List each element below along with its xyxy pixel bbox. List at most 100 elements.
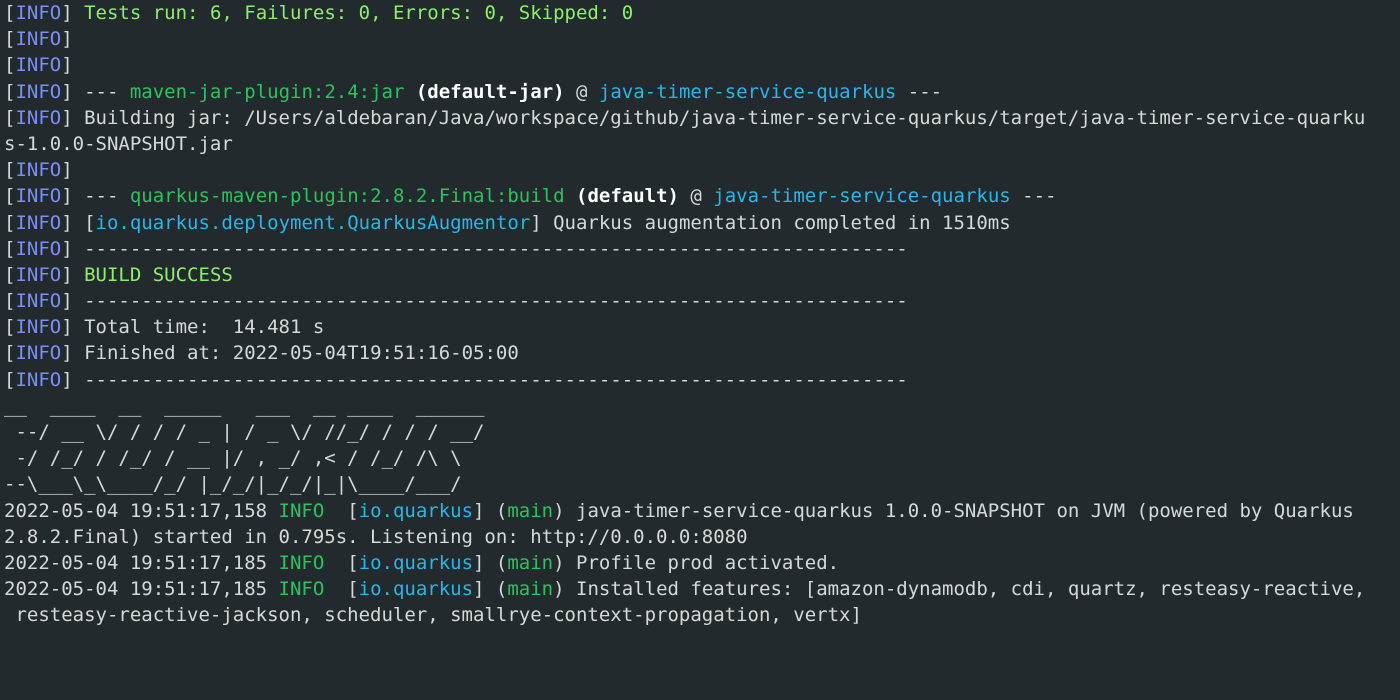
terminal-text-segment: INFO [15,263,62,286]
terminal-text-segment: ] Quarkus augmentation completed in 1510… [530,211,1011,234]
terminal-text-segment: [ [4,342,16,365]
terminal-text-segment: INFO [15,80,62,103]
terminal-line: [INFO] [io.quarkus.deployment.QuarkusAug… [4,210,1400,236]
terminal-text-segment: ] ( [473,578,508,601]
terminal-line: [INFO] --- quarkus-maven-plugin:2.8.2.Fi… [4,183,1400,209]
terminal-text-segment: [ [4,28,16,51]
terminal-text-segment: INFO [278,578,325,601]
terminal-line: [INFO] [4,157,1400,183]
terminal-text-segment: 2.8.2.Final) started in 0.795s. Listenin… [4,525,748,548]
terminal-text-segment: INFO [15,159,62,182]
terminal-line: [INFO] [4,52,1400,78]
terminal-text-segment: io.quarkus [358,551,474,574]
terminal-text-segment: ] --------------------------------------… [61,368,908,391]
terminal-text-segment: ] Total time: 14.481 s [61,316,325,339]
terminal-line: __ ____ __ _____ ___ __ ____ ______ [4,393,1400,419]
terminal-text-segment: (default) [576,185,679,208]
terminal-text-segment: ] [61,159,73,182]
terminal-window[interactable]: [INFO] Tests run: 6, Failures: 0, Errors… [0,0,1400,700]
terminal-text-segment: 2022-05-04 19:51:17,185 [4,551,279,574]
terminal-text-segment: @ [564,80,599,103]
terminal-text-segment: quarkus-maven-plugin:2.8.2.Final:build [129,185,565,208]
terminal-text-segment: --/ __ \/ / / / _ | / _ \/ //_/ / / / __… [4,421,485,443]
terminal-text-segment: INFO [15,342,62,365]
terminal-text-segment: [ [4,106,16,129]
terminal-text-segment: s-1.0.0-SNAPSHOT.jar [4,132,233,155]
terminal-line: [INFO] Total time: 14.481 s [4,314,1400,340]
terminal-text-segment: (default-jar) [415,80,565,103]
terminal-text-segment: java-timer-service-quarkus [598,80,897,103]
terminal-text-segment: ) Profile prod activated. [553,551,840,574]
terminal-line: --\___\_\____/_/ |_/_/|_/_/|_|\____/___/ [4,471,1400,497]
terminal-text-segment: INFO [15,185,62,208]
terminal-text-segment: ] [61,28,73,51]
terminal-text-segment: ] Finished at: 2022-05-04T19:51:16-05:00 [61,342,519,365]
terminal-line: 2022-05-04 19:51:17,158 INFO [io.quarkus… [4,498,1400,524]
terminal-text-segment: main [507,499,554,522]
terminal-text-segment: BUILD SUCCESS [84,263,233,286]
terminal-text-segment: [ [324,499,359,522]
terminal-text-segment: [ [4,159,16,182]
terminal-line: [INFO] ---------------------------------… [4,288,1400,314]
terminal-text-segment: resteasy-reactive-jackson, scheduler, sm… [4,604,862,627]
terminal-text-segment: java-timer-service-quarkus [713,185,1011,208]
terminal-text-segment: ] [61,263,85,286]
terminal-text-segment: @ [678,185,714,208]
terminal-line: [INFO] Building jar: /Users/aldebaran/Ja… [4,105,1400,131]
terminal-text-segment: [ [324,578,359,601]
terminal-text-segment: [ [4,211,16,234]
terminal-text-segment: main [507,578,554,601]
terminal-line: --/ __ \/ / / / _ | / _ \/ //_/ / / / __… [4,419,1400,445]
terminal-text-segment: ] [61,2,85,24]
terminal-line: s-1.0.0-SNAPSHOT.jar [4,131,1400,157]
terminal-text-segment: INFO [278,551,325,574]
terminal-text-segment: ] --------------------------------------… [61,237,908,260]
terminal-text-segment: INFO [15,290,62,313]
terminal-text-segment: [ [4,2,16,24]
terminal-line: 2022-05-04 19:51:17,185 INFO [io.quarkus… [4,550,1400,576]
terminal-text-segment: [ [4,368,16,391]
terminal-text-segment: [ [4,80,16,103]
terminal-line: [INFO] --- maven-jar-plugin:2.4:jar (def… [4,79,1400,105]
terminal-text-segment: ] Building jar: /Users/aldebaran/Java/wo… [61,106,1366,129]
terminal-text-segment: ] --- [61,185,130,208]
terminal-text-segment: INFO [15,316,62,339]
terminal-text-segment: ) java-timer-service-quarkus 1.0.0-SNAPS… [553,499,1354,522]
terminal-text-segment: INFO [15,368,62,391]
terminal-line: resteasy-reactive-jackson, scheduler, sm… [4,602,1400,628]
terminal-text-segment: [ [4,263,16,286]
terminal-text-segment: ] ( [473,551,508,574]
terminal-text-segment: -/ /_/ / /_/ / __ |/ , _/ ,< / /_/ /\ \ [4,447,462,470]
terminal-text-segment: INFO [15,54,62,77]
terminal-text-segment: main [507,551,554,574]
terminal-text-segment: --- [1010,185,1057,208]
terminal-text-segment: maven-jar-plugin:2.4:jar [129,80,405,103]
terminal-text-segment: INFO [15,28,62,51]
terminal-text-segment: [ [4,290,16,313]
terminal-text-segment: ] [ [61,211,96,234]
terminal-line: [INFO] BUILD SUCCESS [4,262,1400,288]
terminal-line: [INFO] ---------------------------------… [4,236,1400,262]
terminal-text-segment: INFO [15,2,62,24]
terminal-line: [INFO] [4,26,1400,52]
terminal-text-segment: --- [896,80,943,103]
terminal-line: 2.8.2.Final) started in 0.795s. Listenin… [4,524,1400,550]
terminal-text-segment: ] --------------------------------------… [61,290,908,313]
terminal-text-segment: [ [324,551,359,574]
terminal-text-segment: [ [4,316,16,339]
terminal-text-segment: ] [61,54,73,77]
terminal-text-segment: ] --- [61,80,130,103]
terminal-line: -/ /_/ / /_/ / __ |/ , _/ ,< / /_/ /\ \ [4,445,1400,471]
terminal-line: [INFO] ---------------------------------… [4,367,1400,393]
terminal-text-segment: io.quarkus.deployment.QuarkusAugmentor [95,211,531,234]
terminal-line: 2022-05-04 19:51:17,185 INFO [io.quarkus… [4,576,1400,602]
terminal-text-segment: io.quarkus [358,499,474,522]
terminal-text-segment: Tests run: 6, Failures: 0, Errors: 0, Sk… [84,2,634,24]
terminal-text-segment: ] ( [473,499,508,522]
terminal-text-segment: ) Installed features: [amazon-dynamodb, … [553,578,1366,601]
terminal-text-segment: INFO [15,211,62,234]
terminal-text-segment: INFO [278,499,325,522]
terminal-line: [INFO] Tests run: 6, Failures: 0, Errors… [4,0,1400,26]
